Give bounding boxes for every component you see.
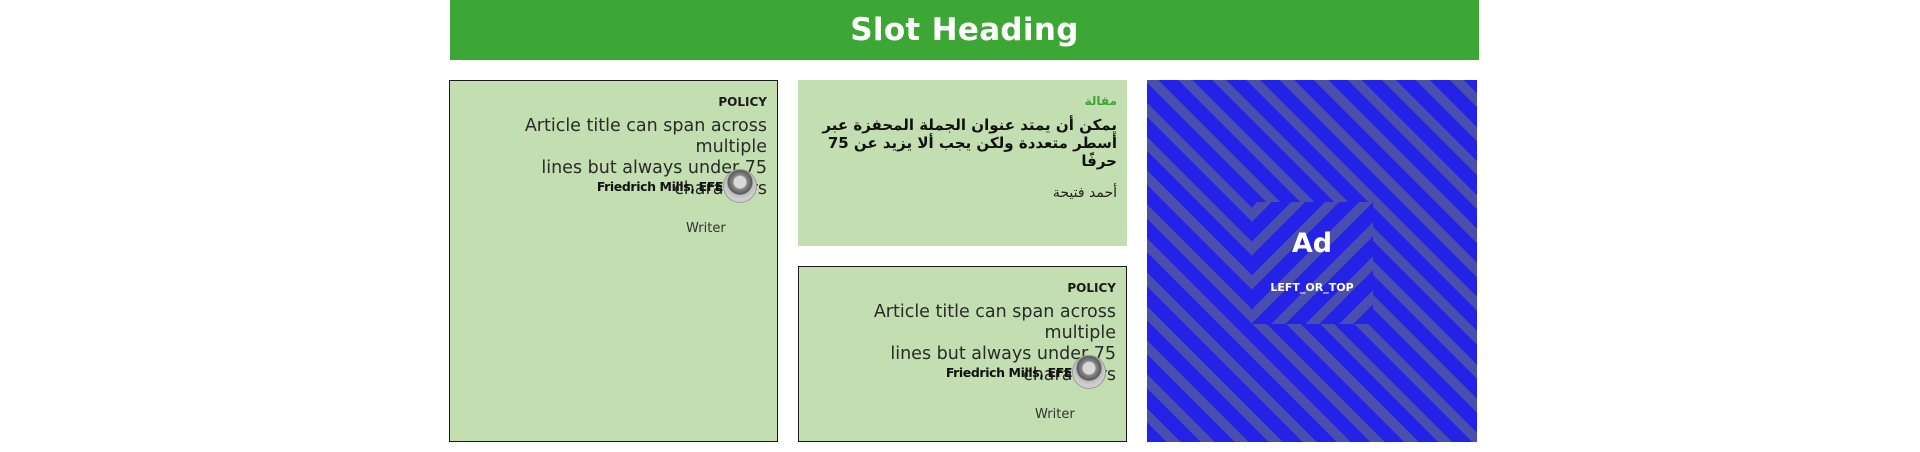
article-title-line: Article title can span across multiple — [873, 302, 1116, 343]
article-card-arabic[interactable]: مقالة يمكن أن يمتد عنوان الجملة المحفزة … — [798, 80, 1127, 246]
article-title[interactable]: يمكن أن يمتد عنوان الجملة المحفزة عبر أس… — [822, 116, 1117, 170]
author-avatar — [1072, 355, 1106, 389]
category-label[interactable]: مقالة — [1085, 94, 1117, 108]
article-title-line: أسطر متعددة ولكن يجب ألا يزيد عن 75 — [827, 134, 1117, 152]
article-card-policy-small[interactable]: POLICY Article title can span across mul… — [798, 266, 1127, 442]
author-avatar — [723, 169, 757, 203]
ad-slot[interactable]: Ad LEFT_OR_TOP — [1147, 80, 1477, 442]
byline: Friedrich Mills, EFE — [597, 169, 757, 203]
category-label[interactable]: POLICY — [718, 95, 767, 109]
byline: Friedrich Mills, EFE — [946, 355, 1106, 389]
category-label[interactable]: POLICY — [1067, 281, 1116, 295]
article-title-line: حرفًا — [1081, 152, 1117, 170]
author-role: Writer — [686, 221, 726, 236]
author-name[interactable]: Friedrich Mills, EFE — [597, 179, 724, 194]
ad-label: Ad — [1291, 228, 1333, 259]
author-name[interactable]: أحمد فتيحة — [1053, 185, 1117, 201]
author-name[interactable]: Friedrich Mills, EFE — [946, 365, 1073, 380]
ad-pattern-center — [1251, 202, 1373, 324]
author-role: Writer — [1035, 407, 1075, 422]
ad-position-label: LEFT_OR_TOP — [1270, 281, 1354, 294]
slot-heading: Slot Heading — [450, 0, 1479, 60]
article-title-line: Article title can span across multiple — [524, 116, 767, 157]
article-title-line: يمكن أن يمتد عنوان الجملة المحفزة عبر — [822, 116, 1117, 134]
article-card-policy-large[interactable]: POLICY Article title can span across mul… — [449, 80, 778, 442]
